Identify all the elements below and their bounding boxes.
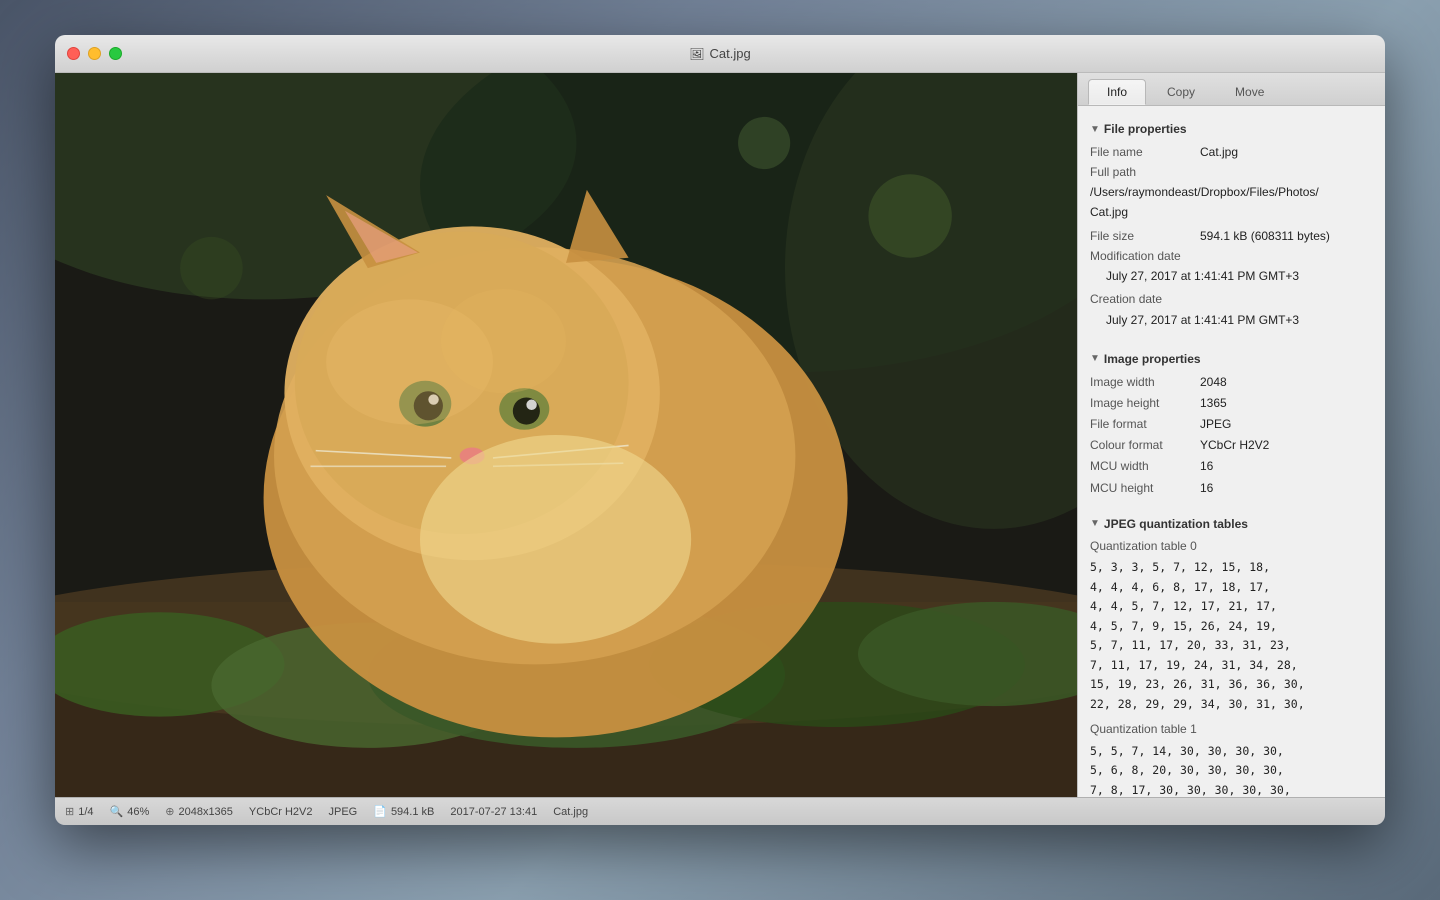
file-properties-section: ▼ File properties File name Cat.jpg Full… — [1078, 116, 1385, 342]
app-window: 🖼 Cat.jpg — [55, 35, 1385, 825]
file-size-row: File size 594.1 kB (608311 bytes) — [1090, 226, 1373, 247]
file-properties-body: File name Cat.jpg Full path /Users/raymo… — [1078, 142, 1385, 342]
statusbar-file-format: JPEG — [329, 806, 358, 818]
dimensions-value: 2048x1365 — [178, 806, 232, 818]
image-width-value: 2048 — [1200, 373, 1227, 392]
dimensions-icon: ⊕ — [165, 805, 174, 818]
file-properties-header: ▼ File properties — [1078, 116, 1385, 142]
statusbar-dimensions: ⊕ 2048x1365 — [165, 805, 233, 818]
statusbar: ⊞ 1/4 🔍 46% ⊕ 2048x1365 YCbCr H2V2 JPEG … — [55, 797, 1385, 825]
colour-format-value: YCbCr H2V2 — [1200, 436, 1269, 455]
image-width-row: Image width 2048 — [1090, 372, 1373, 393]
jpeg-quantization-section: ▼ JPEG quantization tables Quantization … — [1078, 511, 1385, 797]
minimize-button[interactable] — [88, 47, 101, 60]
statusbar-filename: Cat.jpg — [553, 806, 588, 818]
statusbar-color-format: YCbCr H2V2 — [249, 806, 313, 818]
statusbar-page: ⊞ 1/4 — [65, 805, 94, 818]
mcu-width-value: 16 — [1200, 457, 1213, 476]
image-panel — [55, 73, 1077, 797]
file-size-label: File size — [1090, 227, 1200, 246]
full-path-value: /Users/raymondeast/Dropbox/Files/Photos/… — [1090, 182, 1373, 225]
statusbar-date: 2017-07-27 13:41 — [450, 806, 537, 818]
jpeg-quantization-header: ▼ JPEG quantization tables — [1078, 511, 1385, 537]
file-format-label: File format — [1090, 415, 1200, 434]
creation-date-row: Creation date July 27, 2017 at 1:41:41 P… — [1090, 290, 1373, 333]
file-icon: 🖼 — [689, 47, 704, 61]
close-button[interactable] — [67, 47, 80, 60]
date-value: 2017-07-27 13:41 — [450, 806, 537, 818]
quant-table0-values: 5, 3, 3, 5, 7, 12, 15, 18, 4, 4, 4, 6, 8… — [1090, 558, 1373, 714]
image-width-label: Image width — [1090, 373, 1200, 392]
section-arrow-jpeg: ▼ — [1090, 518, 1100, 529]
creation-date-value: July 27, 2017 at 1:41:41 PM GMT+3 — [1090, 310, 1373, 334]
image-properties-header: ▼ Image properties — [1078, 346, 1385, 372]
statusbar-filename-value: Cat.jpg — [553, 806, 588, 818]
page-value: 1/4 — [78, 806, 93, 818]
file-size-value: 594.1 kB (608311 bytes) — [1200, 227, 1330, 246]
file-name-value: Cat.jpg — [1200, 143, 1238, 162]
full-path-label: Full path — [1090, 165, 1136, 179]
quant-table0-label: Quantization table 0 — [1090, 537, 1373, 556]
mcu-height-row: MCU height 16 — [1090, 478, 1373, 499]
modification-date-row: Modification date July 27, 2017 at 1:41:… — [1090, 247, 1373, 290]
statusbar-zoom: 🔍 46% — [110, 805, 150, 818]
maximize-button[interactable] — [109, 47, 122, 60]
quant-table1-label: Quantization table 1 — [1090, 720, 1373, 739]
title-text: Cat.jpg — [710, 46, 751, 61]
file-name-label: File name — [1090, 143, 1200, 162]
file-name-row: File name Cat.jpg — [1090, 142, 1373, 163]
zoom-icon: 🔍 — [110, 805, 124, 818]
file-format-value: JPEG — [1200, 415, 1231, 434]
tab-bar: Info Copy Move — [1078, 73, 1385, 106]
modification-date-value: July 27, 2017 at 1:41:41 PM GMT+3 — [1090, 266, 1373, 290]
window-title: 🖼 Cat.jpg — [689, 46, 750, 61]
window-controls — [67, 47, 122, 60]
right-panel: Info Copy Move ▼ File properties — [1077, 73, 1385, 797]
tab-copy[interactable]: Copy — [1148, 79, 1214, 105]
image-properties-title: Image properties — [1104, 352, 1201, 366]
filesize-icon: 📄 — [373, 805, 387, 818]
mcu-width-label: MCU width — [1090, 457, 1200, 476]
mcu-height-value: 16 — [1200, 479, 1213, 498]
file-properties-title: File properties — [1104, 122, 1187, 136]
cat-image — [55, 73, 1077, 797]
jpeg-quantization-body: Quantization table 0 5, 3, 3, 5, 7, 12, … — [1078, 537, 1385, 797]
info-scroll[interactable]: ▼ File properties File name Cat.jpg Full… — [1078, 106, 1385, 797]
statusbar-filesize: 📄 594.1 kB — [373, 805, 434, 818]
creation-date-label: Creation date — [1090, 292, 1162, 306]
statusbar-file-format-value: JPEG — [329, 806, 358, 818]
file-format-row: File format JPEG — [1090, 414, 1373, 435]
image-properties-body: Image width 2048 Image height 1365 File … — [1078, 372, 1385, 507]
image-height-value: 1365 — [1200, 394, 1227, 413]
page-icon: ⊞ — [65, 805, 74, 818]
tab-info[interactable]: Info — [1088, 79, 1146, 105]
zoom-value: 46% — [127, 806, 149, 818]
mcu-width-row: MCU width 16 — [1090, 456, 1373, 477]
color-format-value: YCbCr H2V2 — [249, 806, 313, 818]
titlebar: 🖼 Cat.jpg — [55, 35, 1385, 73]
tab-move[interactable]: Move — [1216, 79, 1283, 105]
image-properties-section: ▼ Image properties Image width 2048 Imag… — [1078, 346, 1385, 507]
filesize-value: 594.1 kB — [391, 806, 434, 818]
quant-table1-values: 5, 5, 7, 14, 30, 30, 30, 30, 5, 6, 8, 20… — [1090, 742, 1373, 797]
main-content: Info Copy Move ▼ File properties — [55, 73, 1385, 797]
section-arrow-image: ▼ — [1090, 353, 1100, 364]
jpeg-quantization-title: JPEG quantization tables — [1104, 517, 1248, 531]
colour-format-row: Colour format YCbCr H2V2 — [1090, 435, 1373, 456]
image-height-row: Image height 1365 — [1090, 393, 1373, 414]
colour-format-label: Colour format — [1090, 436, 1200, 455]
full-path-row: Full path /Users/raymondeast/Dropbox/Fil… — [1090, 163, 1373, 226]
section-arrow-file: ▼ — [1090, 124, 1100, 135]
mcu-height-label: MCU height — [1090, 479, 1200, 498]
image-height-label: Image height — [1090, 394, 1200, 413]
modification-date-label: Modification date — [1090, 249, 1181, 263]
